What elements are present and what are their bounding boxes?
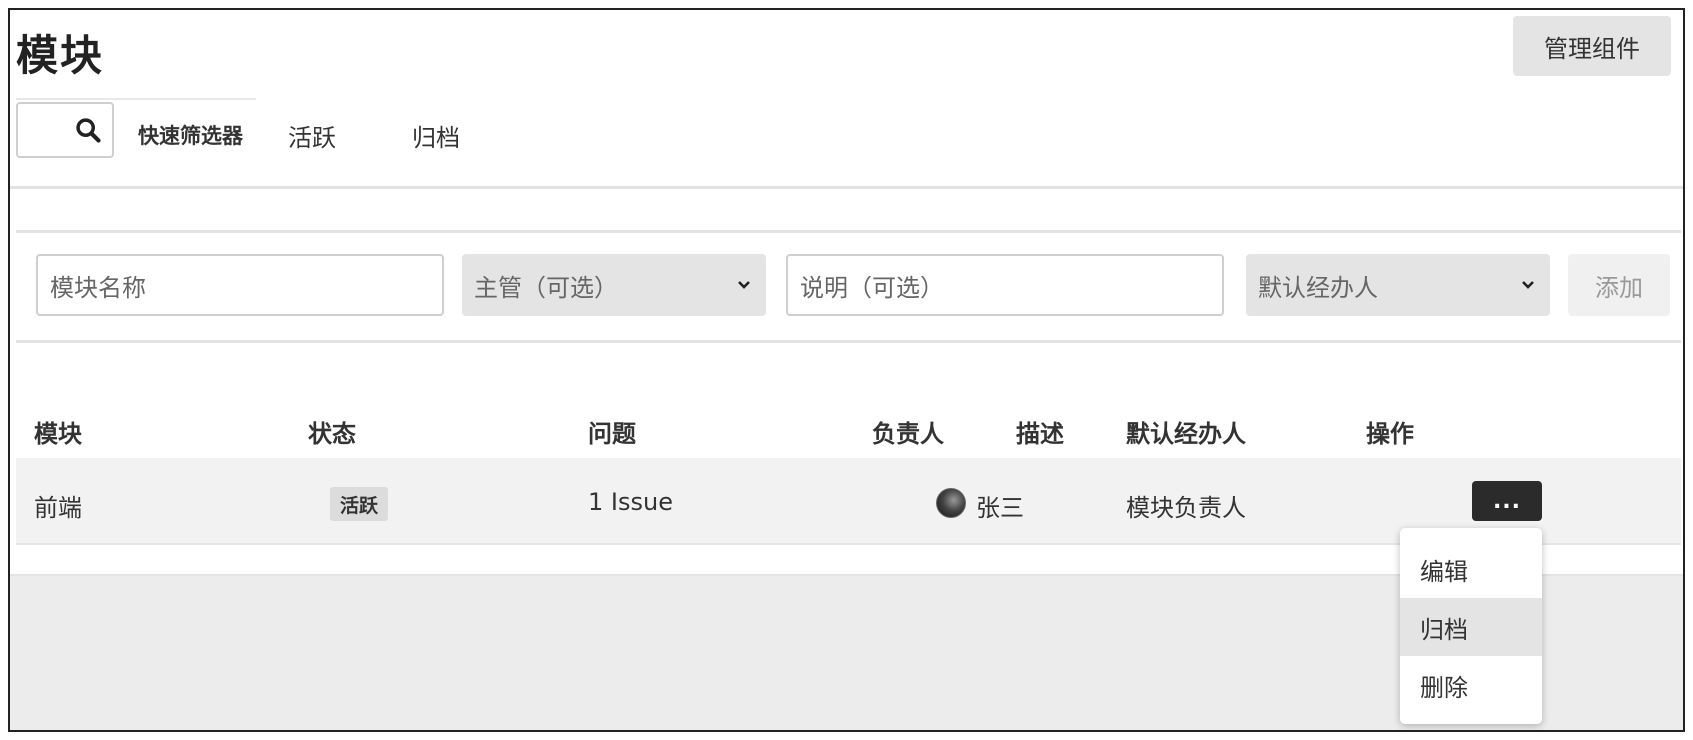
- manage-components-button[interactable]: 管理组件: [1513, 16, 1671, 76]
- column-header-actions: 操作: [1366, 420, 1414, 448]
- search-icon: [76, 118, 101, 143]
- description-placeholder: 说明（可选）: [800, 273, 944, 302]
- more-dots-icon: ...: [1492, 488, 1522, 514]
- divider: [10, 186, 1683, 189]
- divider: [16, 98, 256, 100]
- divider: [16, 230, 1681, 233]
- column-header-status: 状态: [308, 420, 356, 448]
- default-assignee-select[interactable]: 默认经办人: [1246, 254, 1550, 316]
- lead-select-label: 主管（可选）: [474, 273, 618, 302]
- default-assignee-label: 默认经办人: [1258, 273, 1378, 302]
- actions-dropdown-menu: 编辑 归档 删除: [1400, 528, 1542, 724]
- column-header-description: 描述: [1016, 420, 1064, 448]
- chevron-down-icon: [1522, 281, 1534, 289]
- status-badge: 活跃: [330, 487, 389, 521]
- module-name-input[interactable]: 模块名称: [36, 254, 444, 316]
- chevron-down-icon: [738, 281, 750, 289]
- menu-item-archive[interactable]: 归档: [1400, 598, 1542, 656]
- quick-filter-label[interactable]: 快速筛选器: [138, 120, 243, 150]
- menu-item-delete[interactable]: 删除: [1400, 656, 1542, 714]
- default-assignee-cell: 模块负责人: [1126, 494, 1246, 522]
- column-header-lead: 负责人: [872, 420, 944, 448]
- divider: [16, 340, 1681, 343]
- column-header-module: 模块: [34, 420, 82, 448]
- column-header-default-assignee: 默认经办人: [1126, 420, 1246, 448]
- page-frame: 模块 管理组件 快速筛选器 活跃 归档 模块名称 主管（可选） 说明（可选） 默…: [8, 8, 1685, 732]
- add-button[interactable]: 添加: [1568, 254, 1670, 316]
- more-actions-button[interactable]: ...: [1472, 481, 1542, 521]
- search-input[interactable]: [16, 102, 114, 158]
- avatar: [936, 488, 966, 518]
- lead-name[interactable]: 张三: [976, 488, 1024, 523]
- description-input[interactable]: 说明（可选）: [786, 254, 1224, 316]
- module-name-placeholder: 模块名称: [50, 273, 146, 302]
- filter-archived[interactable]: 归档: [412, 118, 460, 153]
- issues-link[interactable]: 1 Issue: [588, 488, 673, 516]
- menu-item-edit[interactable]: 编辑: [1400, 540, 1542, 598]
- module-name-cell[interactable]: 前端: [34, 488, 82, 523]
- lead-select[interactable]: 主管（可选）: [462, 254, 766, 316]
- filter-active[interactable]: 活跃: [288, 118, 336, 153]
- column-header-issues: 问题: [588, 420, 636, 448]
- page-title: 模块: [16, 31, 105, 80]
